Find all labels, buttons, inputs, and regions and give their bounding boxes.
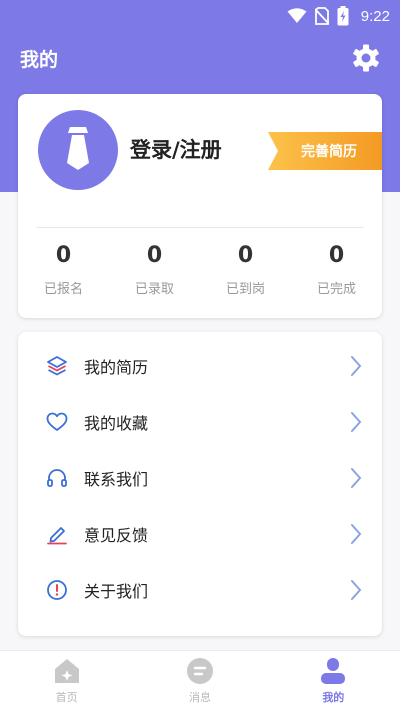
tab-label: 首页 [55,691,78,704]
stat-label: 已完成 [316,282,356,297]
user-icon [319,657,347,685]
chevron-right-icon [348,354,364,378]
stat-completed[interactable]: 0 已完成 [291,240,382,304]
stat-onboarded[interactable]: 0 已到岗 [200,240,291,304]
stat-label: 已报名 [43,282,83,297]
battery-charging-icon [337,6,349,26]
title-bar: 我的 [0,36,400,80]
menu-card: 我的简历 我的收藏 联系我们 意见反馈 关于我们 [18,332,382,636]
profile-card: 登录/注册 完善简历 0 已报名 0 已录取 0 已到岗 0 已完成 [18,94,382,318]
stat-applied[interactable]: 0 已报名 [18,240,109,304]
menu-item-label: 意见反馈 [84,526,149,545]
menu-item-feedback[interactable]: 意见反馈 [18,506,382,562]
status-bar: 9:22 [0,0,400,32]
info-exclamation-icon [46,579,68,601]
tab-home[interactable]: 首页 [0,651,133,711]
no-sim-icon [314,7,329,25]
tab-mine[interactable]: 我的 [267,651,400,711]
stats-row: 0 已报名 0 已录取 0 已到岗 0 已完成 [18,240,382,304]
home-icon [53,657,81,685]
tab-label: 消息 [188,691,211,704]
menu-item-label: 我的简历 [84,358,149,377]
tie-icon [58,125,98,175]
headphones-icon [46,467,68,489]
bottom-tab-bar: 首页 消息 我的 [0,650,400,711]
stat-label: 已到岗 [225,282,265,297]
message-icon [186,657,214,685]
login-register-link[interactable]: 登录/注册 [130,134,222,164]
divider [36,227,364,228]
menu-item-label: 联系我们 [84,470,149,489]
menu-item-contact[interactable]: 联系我们 [18,450,382,506]
status-time: 9:22 [360,7,390,25]
tab-messages[interactable]: 消息 [133,651,266,711]
chevron-right-icon [348,410,364,434]
pencil-icon [46,523,68,545]
stat-label: 已录取 [134,282,174,297]
tab-label: 我的 [322,691,345,704]
complete-resume-button[interactable]: 完善简历 [268,132,382,170]
stat-hired[interactable]: 0 已录取 [109,240,200,304]
menu-item-label: 关于我们 [84,582,149,601]
menu-item-favorites[interactable]: 我的收藏 [18,394,382,450]
menu-item-about[interactable]: 关于我们 [18,562,382,618]
stat-value: 0 [55,243,72,268]
menu-item-resume[interactable]: 我的简历 [18,338,382,394]
page-title: 我的 [20,48,59,71]
chevron-right-icon [348,466,364,490]
chevron-right-icon [348,522,364,546]
stat-value: 0 [237,243,254,268]
layers-icon [46,355,68,377]
stat-value: 0 [146,243,163,268]
chevron-right-icon [348,578,364,602]
gear-icon[interactable] [350,42,382,74]
heart-icon [46,411,68,433]
stat-value: 0 [328,243,345,268]
wifi-icon [287,8,307,24]
menu-item-label: 我的收藏 [84,414,149,433]
avatar[interactable] [38,110,118,190]
